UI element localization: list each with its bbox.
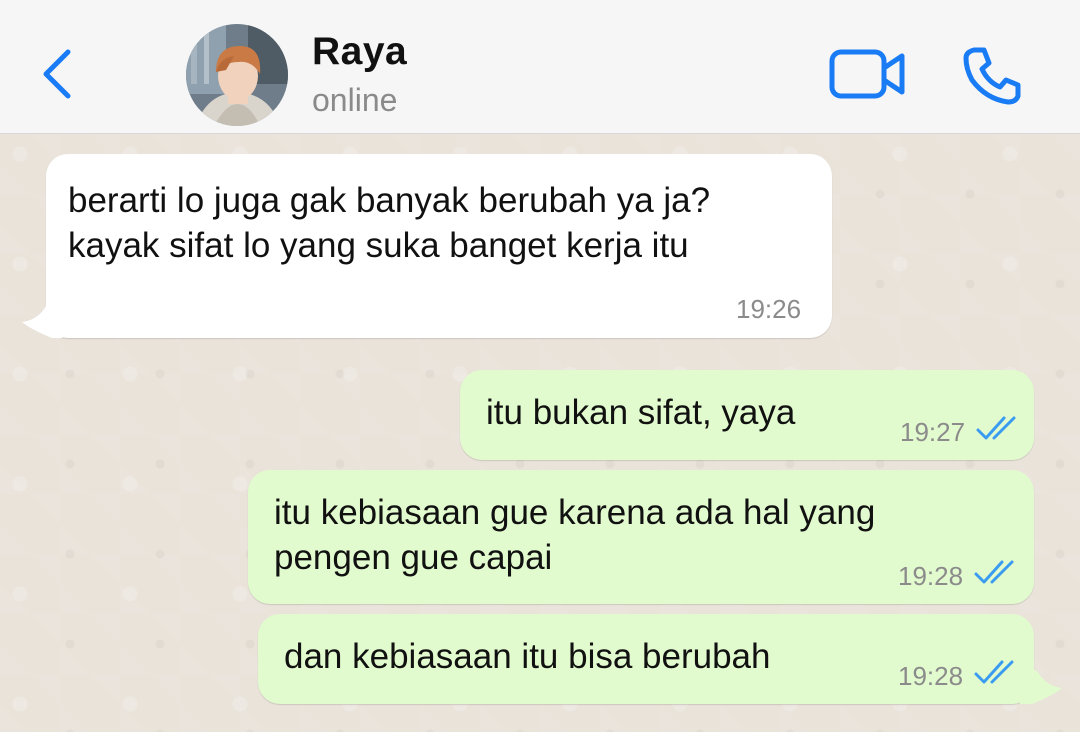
message-text-line: berarti lo juga gak banyak berubah ya ja… [68,181,711,220]
message-bubble-outgoing[interactable]: dan kebiasaan itu bisa berubah 19:28 [258,614,1034,704]
phone-icon [963,47,1021,105]
chat-header: Raya online [0,0,1080,134]
message-text-line: pengen gue capai [274,538,553,577]
double-check-icon [976,416,1016,440]
message-time: 19:27 [900,417,966,447]
bubble-tail-incoming [22,296,62,338]
chevron-left-icon [43,49,71,99]
message-text-line: dan kebiasaan itu bisa berubah [284,637,771,676]
message-text-line: kayak sifat lo yang suka banget kerja it… [68,226,689,265]
message-time: 19:28 [898,661,964,691]
message-time: 19:28 [898,561,964,591]
contact-status: online [312,82,398,118]
message-bubble-outgoing[interactable]: itu bukan sifat, yaya 19:27 [460,370,1034,460]
message-text-line: itu kebiasaan gue karena ada hal yang [274,493,876,532]
bubble-tail-outgoing [1020,662,1062,704]
video-camera-icon [829,49,905,99]
message-text-line: itu bukan sifat, yaya [486,393,796,432]
avatar-image [186,24,288,126]
voice-call-button[interactable] [960,44,1024,108]
message-bubble-outgoing[interactable]: itu kebiasaan gue karena ada hal yang pe… [248,470,1034,604]
message-time: 19:26 [736,294,802,324]
double-check-icon [974,560,1014,584]
contact-name[interactable]: Raya [312,30,407,74]
contact-avatar[interactable] [186,24,288,126]
video-call-button[interactable] [828,46,908,102]
back-button[interactable] [38,44,82,104]
double-check-icon [974,660,1014,684]
message-bubble-incoming[interactable]: berarti lo juga gak banyak berubah ya ja… [46,154,832,338]
